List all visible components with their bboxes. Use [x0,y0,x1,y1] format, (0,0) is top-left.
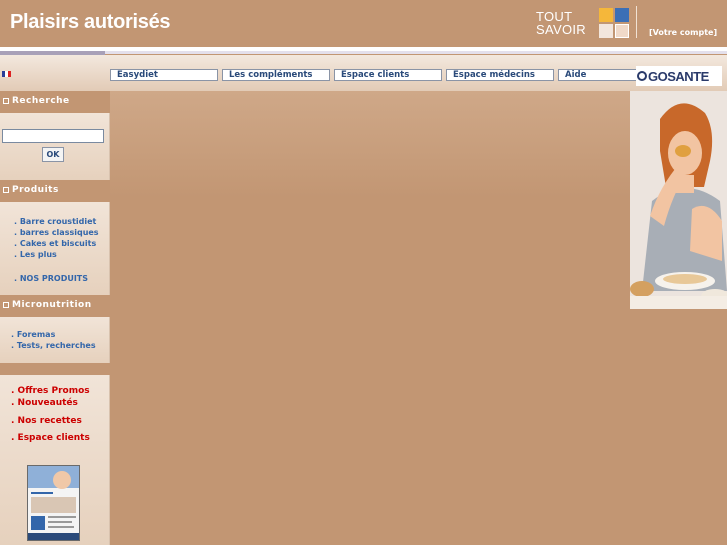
savoir-label: SAVOIR [536,22,586,37]
product-link-plus[interactable]: . Les plus [14,250,57,259]
promo-link-offres[interactable]: . Offres Promos [11,386,90,396]
nav-tab-aide[interactable]: Aide [558,69,644,81]
nav-tab-complements[interactable]: Les compléments [222,69,330,81]
products-heading-label: Produits [12,185,59,195]
breakfast-photo [630,91,727,309]
tout-savoir-link[interactable]: TOUT SAVOIR [536,10,586,36]
sidebar: Recherche OK Produits . Barre croustidie… [0,91,110,545]
brochure-image[interactable] [27,465,80,541]
nav-tab-espace-clients[interactable]: Espace clients [334,69,442,81]
micronutrition-heading-label: Micronutrition [12,300,92,310]
product-link-classiques[interactable]: . barres classiques [14,228,99,237]
micronutrition-panel [0,317,110,363]
site-title: Plaisirs autorisés [10,11,171,33]
woman-breakfast-icon [630,91,727,309]
products-heading: Produits [0,180,110,202]
logo-circle-icon [637,71,647,81]
bullet-box-icon [3,98,9,104]
bullet-box-icon [3,302,9,308]
brand-logo[interactable]: GOSANTE [636,66,722,86]
search-ok-button[interactable]: OK [42,147,64,162]
header: Plaisirs autorisés TOUT SAVOIR [Votre co… [0,0,727,47]
logo-text: GOSANTE [648,69,709,84]
micro-link-foremas[interactable]: . Foremas [11,330,55,339]
main-content [110,91,630,545]
promo-link-recettes[interactable]: . Nos recettes [11,416,82,426]
micronutrition-heading: Micronutrition [0,295,110,317]
account-link[interactable]: [Votre compte] [649,28,717,37]
promo-link-nouveautes[interactable]: . Nouveautés [11,398,78,408]
micro-link-tests[interactable]: . Tests, recherches [11,341,96,350]
product-link-croustidiet[interactable]: . Barre croustidiet [14,217,96,226]
nav-tab-espace-medecins[interactable]: Espace médecins [446,69,554,81]
bullet-box-icon [3,187,9,193]
french-flag-icon[interactable] [2,71,11,77]
promo-link-espace-clients[interactable]: . Espace clients [11,433,90,443]
search-heading: Recherche [0,91,110,113]
product-link-cakes[interactable]: . Cakes et biscuits [14,239,96,248]
nav-tab-easydiet[interactable]: Easydiet [110,69,218,81]
brochure-cover-icon [28,466,79,540]
header-band-line [105,51,727,54]
search-input[interactable] [2,129,104,143]
product-link-all[interactable]: . NOS PRODUITS [14,274,88,283]
search-heading-label: Recherche [12,96,70,106]
main-nav: Easydiet Les compléments Espace clients … [110,69,644,81]
main-gradient [110,91,630,198]
squares-logo-icon [599,8,629,38]
header-divider [636,6,637,38]
